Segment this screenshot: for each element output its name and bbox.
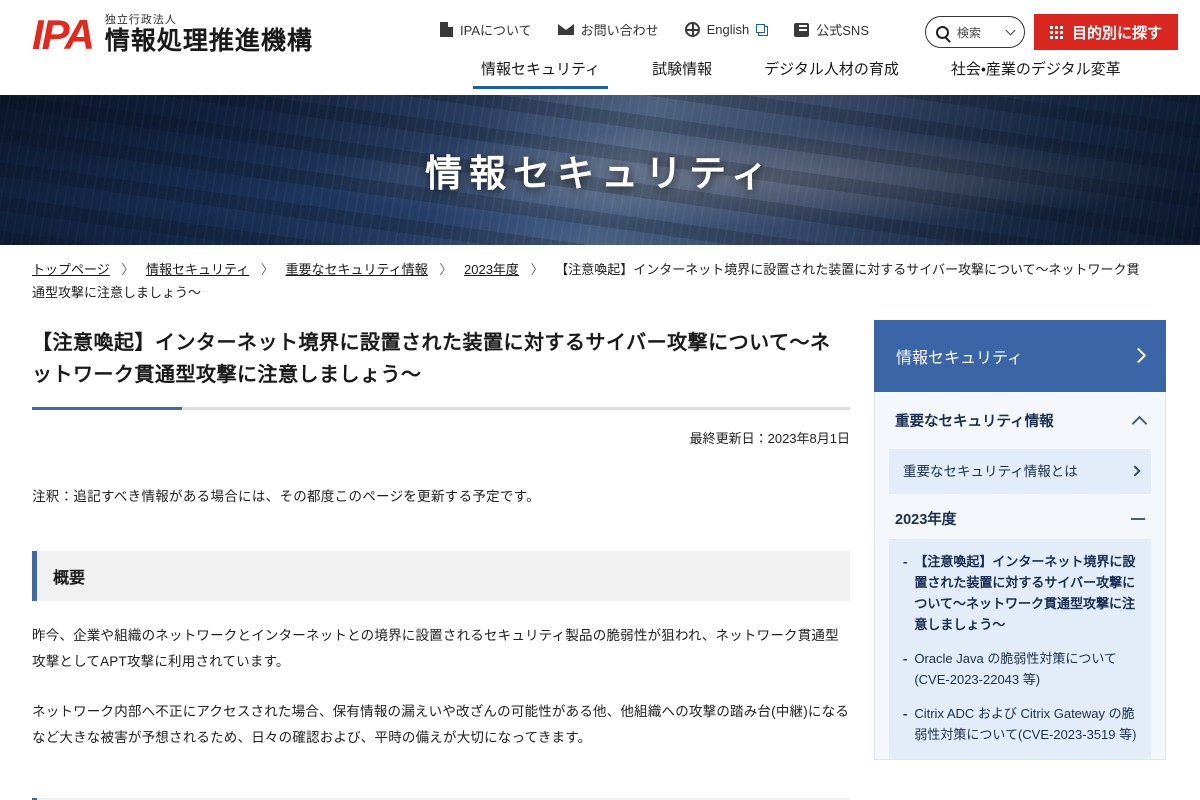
find-by-purpose-button[interactable]: 目的別に探す [1033,14,1178,50]
util-nav-label: IPAについて [460,23,532,38]
sidebar-body: 重要なセキュリティ情報 重要なセキュリティ情報とは 2023年度 - 【注意喚起… [874,391,1166,761]
chevron-up-icon [1131,415,1148,431]
breadcrumb-item-important-info[interactable]: 重要なセキュリティ情報 [286,262,428,277]
chevron-down-icon [1005,25,1016,35]
sidebar-article-list: - 【注意喚起】インターネット境界に設置された装置に対するサイバー攻撃について〜… [889,539,1151,760]
document-icon [440,22,453,37]
list-item[interactable]: - Oracle Java の脆弱性対策について(CVE-2023-22043 … [903,648,1137,690]
last-updated: 最終更新日：2023年8月1日 [689,430,850,446]
title-divider [32,406,850,410]
chevron-right-icon [1129,464,1141,477]
logo-title: 情報処理推進機構 [104,27,313,55]
breadcrumb-item-security[interactable]: 情報セキュリティ [146,262,249,277]
grid-icon [1049,25,1063,39]
sidebar-year-label: 2023年度 [895,512,957,529]
sidebar: 情報セキュリティ 重要なセキュリティ情報 重要なセキュリティ情報とは 2023年… [874,305,1166,800]
hero-title: 情報セキュリティ [425,153,775,194]
main-nav: 情報セキュリティ 試験情報 デジタル人材の育成 社会・産業のデジタル変革 [455,58,1147,89]
list-item[interactable]: - Citrix ADC および Citrix Gateway の脆弱性対策につ… [903,703,1137,745]
list-item[interactable]: - 【注意喚起】インターネット境界に設置された装置に対するサイバー攻撃について〜… [903,551,1137,635]
sns-icon [794,22,810,37]
dash-bullet-icon: - [903,554,908,570]
mail-icon [557,24,574,35]
util-nav-item-contact[interactable]: お問い合わせ [557,20,659,39]
breadcrumb-separator: 〉 [260,262,274,277]
list-item-label: Citrix ADC および Citrix Gateway の脆弱性対策について… [914,706,1137,743]
dash-bullet-icon: - [903,706,908,722]
page-layout: 【注意喚起】インターネット境界に設置された装置に対するサイバー攻撃について〜ネッ… [0,305,1200,800]
util-nav-item-sns[interactable]: 公式SNS [794,20,869,39]
ipa-logo-mark: IPA [32,11,95,58]
section-paragraph: 昨今、企業や組織のネットワークとインターネットとの境界に設置されるセキュリティ製… [32,627,839,669]
util-nav-label: 公式SNS [816,23,869,38]
list-item-label: 【注意喚起】インターネット境界に設置された装置に対するサイバー攻撃について〜ネッ… [914,554,1136,633]
nav-item-exam[interactable]: 試験情報 [626,58,738,89]
hero-banner: 情報セキュリティ [0,95,1200,245]
util-nav-label: English [706,22,750,37]
external-link-icon [756,23,769,36]
search-toggle[interactable]: 検索 [925,16,1025,48]
search-label: 検索 [957,25,982,40]
dash-bullet-icon: - [903,651,908,667]
breadcrumb-item-year[interactable]: 2023年度 [464,262,519,277]
globe-icon [684,22,700,37]
search-icon [936,25,949,39]
section-paragraph: ネットワーク内部へ不正にアクセスされた場合、保有情報の漏えいや改ざんの可能性があ… [32,704,850,746]
page-title: 【注意喚起】インターネット境界に設置された装置に対するサイバー攻撃について〜ネッ… [32,331,831,386]
breadcrumb: トップページ 〉 情報セキュリティ 〉 重要なセキュリティ情報 〉 2023年度… [0,245,1140,305]
breadcrumb-separator: 〉 [121,262,135,277]
section-heading-overview: 概要 [32,550,850,601]
sidebar-section-important-info[interactable]: 重要なセキュリティ情報 [875,392,1165,449]
util-nav-item-english[interactable]: English [684,22,769,37]
page-note: 注釈：追記すべき情報がある場合には、その都度このページを更新する予定です。 [32,488,541,504]
sidebar-link-label: 重要なセキュリティ情報とは [903,463,1078,479]
chevron-right-icon [1130,347,1147,364]
sidebar-year-2023[interactable]: 2023年度 [875,494,1165,539]
util-nav-item-about[interactable]: IPAについて [440,20,532,39]
sidebar-header-security[interactable]: 情報セキュリティ [874,319,1166,392]
list-item-label: Oracle Java の脆弱性対策について(CVE-2023-22043 等) [914,651,1117,688]
breadcrumb-separator: 〉 [439,262,453,277]
breadcrumb-separator: 〉 [530,262,544,277]
sidebar-header-label: 情報セキュリティ [896,349,1024,367]
breadcrumb-item-top[interactable]: トップページ [32,262,110,277]
site-header: IPA 独立行政法人 情報処理推進機構 IPAについて お問い合わせ Engli… [0,0,1200,95]
nav-item-digital-transformation[interactable]: 社会・産業のデジタル変革 [925,58,1147,89]
util-nav-label: お問い合わせ [580,23,659,38]
nav-item-digital-talent[interactable]: デジタル人材の育成 [738,58,925,89]
logo-subtitle: 独立行政法人 [104,14,177,26]
main-content: 【注意喚起】インターネット境界に設置された装置に対するサイバー攻撃について〜ネッ… [32,305,850,800]
site-logo[interactable]: IPA 独立行政法人 情報処理推進機構 [32,14,313,56]
nav-item-security[interactable]: 情報セキュリティ [455,58,626,89]
utility-nav: IPAについて お問い合わせ English 公式SNS [440,20,869,39]
sidebar-section-label: 重要なセキュリティ情報 [895,413,1054,430]
minus-icon [1131,517,1145,520]
cta-label: 目的別に探す [1071,24,1162,42]
sidebar-link-what-is-important-info[interactable]: 重要なセキュリティ情報とは [889,448,1151,495]
